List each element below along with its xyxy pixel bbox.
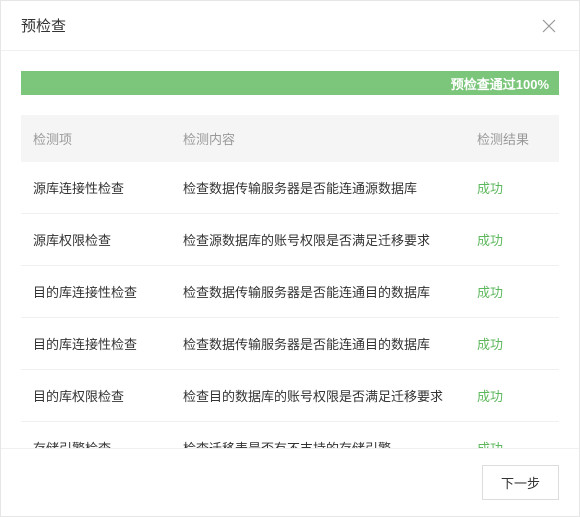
row-check-result: 成功: [477, 230, 547, 249]
modal-title: 预检查: [21, 15, 66, 36]
row-check-content: 检查源数据库的账号权限是否满足迁移要求: [183, 230, 477, 249]
row-check-item: 存储引擎检查: [33, 438, 183, 448]
table-body[interactable]: 源库连接性检查检查数据传输服务器是否能连通源数据库成功源库权限检查检查源数据库的…: [21, 162, 559, 448]
row-check-content: 检查数据传输服务器是否能连通目的数据库: [183, 334, 477, 353]
table-row: 目的库连接性检查检查数据传输服务器是否能连通目的数据库成功: [21, 266, 559, 318]
row-check-item: 目的库连接性检查: [33, 334, 183, 353]
row-check-result: 成功: [477, 386, 547, 405]
row-check-content: 检查数据传输服务器是否能连通目的数据库: [183, 282, 477, 301]
header-check-content: 检测内容: [183, 129, 477, 148]
precheck-modal: 预检查 预检查通过100% 检测项 检测内容 检测结果 源库连接性检查检查数据传…: [0, 0, 580, 517]
table-wrapper: 检测项 检测内容 检测结果 源库连接性检查检查数据传输服务器是否能连通源数据库成…: [21, 115, 559, 448]
close-icon: [541, 18, 557, 34]
progress-text: 预检查通过100%: [451, 74, 549, 93]
row-check-item: 源库权限检查: [33, 230, 183, 249]
modal-footer: 下一步: [1, 448, 579, 516]
close-button[interactable]: [539, 16, 559, 36]
modal-header: 预检查: [1, 1, 579, 51]
next-button[interactable]: 下一步: [482, 465, 559, 500]
table-row: 目的库权限检查检查目的数据库的账号权限是否满足迁移要求成功: [21, 370, 559, 422]
row-check-item: 目的库连接性检查: [33, 282, 183, 301]
row-check-result: 成功: [477, 438, 547, 448]
row-check-content: 检查迁移表是否有不支持的存储引擎: [183, 438, 477, 448]
modal-body: 预检查通过100% 检测项 检测内容 检测结果 源库连接性检查检查数据传输服务器…: [1, 51, 579, 448]
row-check-item: 源库连接性检查: [33, 178, 183, 197]
table-row: 源库权限检查检查源数据库的账号权限是否满足迁移要求成功: [21, 214, 559, 266]
row-check-content: 检查目的数据库的账号权限是否满足迁移要求: [183, 386, 477, 405]
progress-bar: 预检查通过100%: [21, 71, 559, 95]
row-check-content: 检查数据传输服务器是否能连通源数据库: [183, 178, 477, 197]
row-check-item: 目的库权限检查: [33, 386, 183, 405]
table-header: 检测项 检测内容 检测结果: [21, 115, 559, 162]
row-check-result: 成功: [477, 178, 547, 197]
table-row: 存储引擎检查检查迁移表是否有不支持的存储引擎成功: [21, 422, 559, 448]
header-check-result: 检测结果: [477, 129, 547, 148]
table-row: 目的库连接性检查检查数据传输服务器是否能连通目的数据库成功: [21, 318, 559, 370]
header-check-item: 检测项: [33, 129, 183, 148]
row-check-result: 成功: [477, 282, 547, 301]
row-check-result: 成功: [477, 334, 547, 353]
table-row: 源库连接性检查检查数据传输服务器是否能连通源数据库成功: [21, 162, 559, 214]
